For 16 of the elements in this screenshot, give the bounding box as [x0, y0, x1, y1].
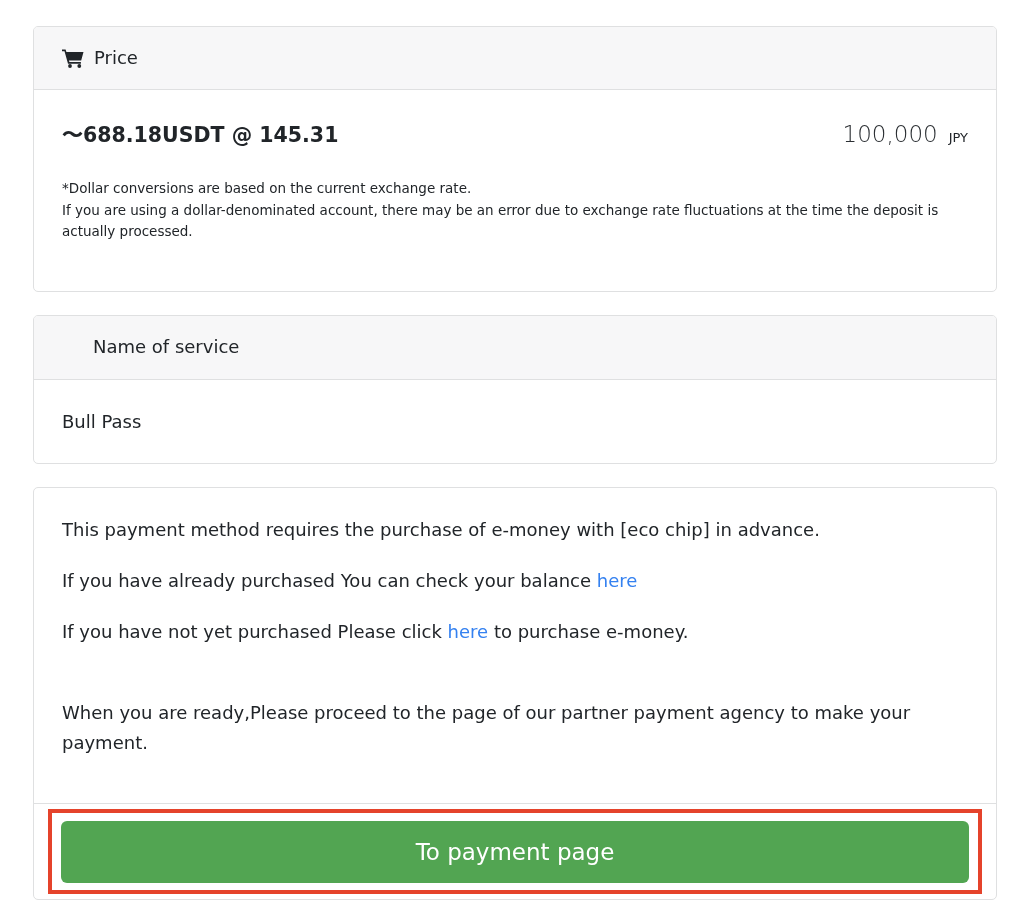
paragraph-text: If you have already purchased You can check your balance here [62, 568, 639, 593]
note-text: *Dollar conversions are based on the current exchange rate. [62, 180, 472, 196]
paragraph-text: When you are ready,Please proceed to the page of our partner payment agency to make your payment. [62, 700, 912, 755]
card-title: Name of service [93, 335, 240, 359]
paragraph-text: This payment method requires the purchase of e-money with [eco chip] in advance. [62, 517, 821, 542]
cart-icon [62, 48, 84, 68]
here-link[interactable]: here [596, 569, 638, 591]
service-name: Bull Pass [62, 410, 142, 432]
usdt-price: 〜688.18USDT @ 145.31 [62, 122, 339, 149]
note-text: If you are using a dollar-denominated account, there may be an error due to exchange rate fluctuations at the time the deposit is actually processed. [62, 201, 939, 239]
payment-page-button[interactable]: To payment page [61, 820, 969, 883]
card-title: Price [94, 46, 138, 70]
price-amount: 100,000 [842, 120, 938, 149]
currency-label: JPY [948, 129, 968, 147]
paragraph-text: If you have not yet purchased Please click here to purchase e-money. [62, 619, 690, 644]
here-link[interactable]: here [447, 620, 489, 642]
